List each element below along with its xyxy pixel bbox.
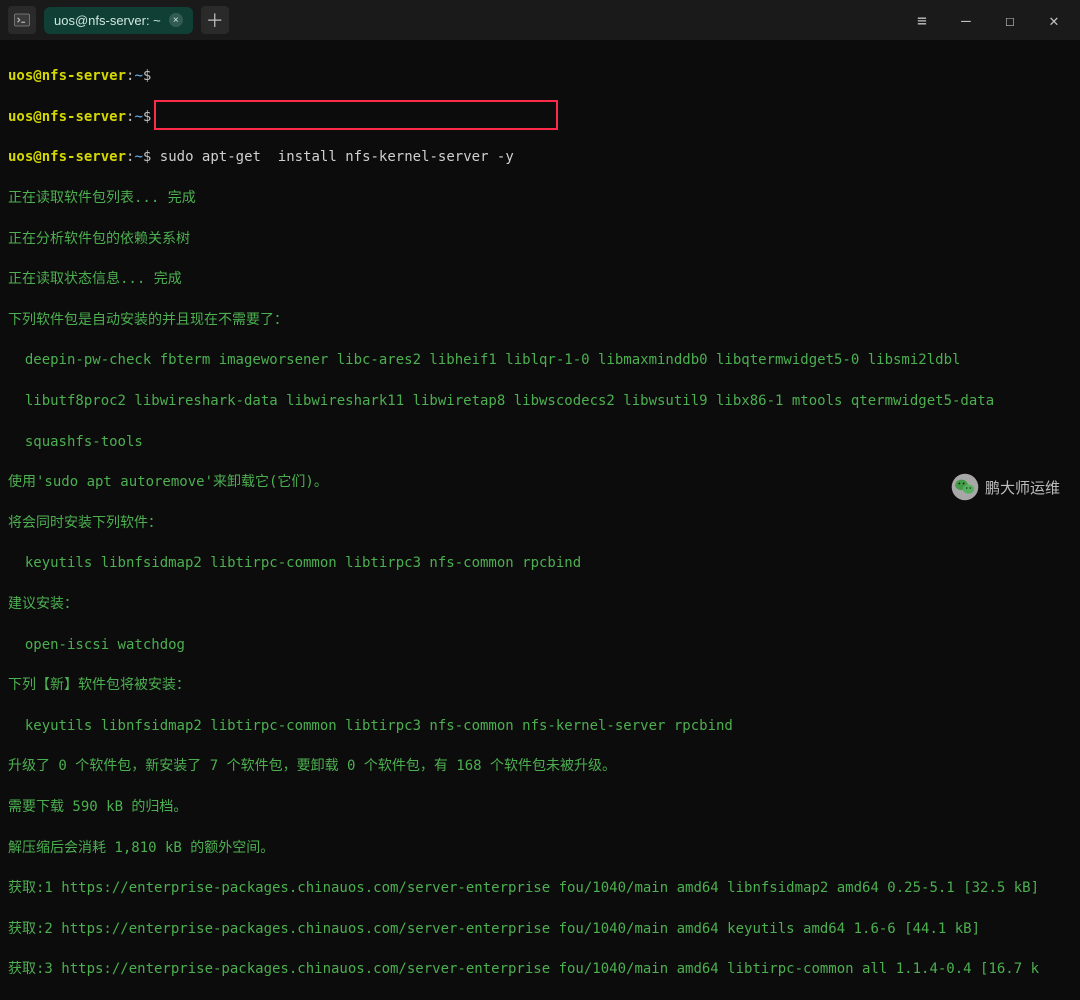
watermark-text: 鹏大师运维	[985, 477, 1060, 498]
output-line: 建议安装：	[8, 594, 1072, 614]
output-line: 将会同时安装下列软件：	[8, 513, 1072, 533]
output-line: 解压缩后会消耗 1,810 kB 的额外空间。	[8, 838, 1072, 858]
tab-label: uos@nfs-server: ~	[54, 13, 161, 28]
output-line: 正在读取状态信息... 完成	[8, 269, 1072, 289]
menu-icon[interactable]: ≡	[904, 2, 940, 38]
terminal-output[interactable]: uos@nfs-server:~$ uos@nfs-server:~$ uos@…	[0, 40, 1080, 1000]
output-line: open-iscsi watchdog	[8, 635, 1072, 655]
output-line: deepin-pw-check fbterm imageworsener lib…	[8, 350, 1072, 370]
output-line: 正在分析软件包的依赖关系树	[8, 229, 1072, 249]
output-line: 获取:3 https://enterprise-packages.chinauo…	[8, 959, 1072, 979]
output-line: libutf8proc2 libwireshark-data libwiresh…	[8, 391, 1072, 411]
output-line: 使用'sudo apt autoremove'来卸载它(它们)。	[8, 472, 1072, 492]
maximize-button[interactable]: ☐	[992, 2, 1028, 38]
terminal-app-icon	[8, 6, 36, 34]
output-line: 需要下载 590 kB 的归档。	[8, 797, 1072, 817]
output-line: keyutils libnfsidmap2 libtirpc-common li…	[8, 716, 1072, 736]
wechat-watermark: 鹏大师运维	[951, 473, 1060, 501]
tab-terminal[interactable]: uos@nfs-server: ~ ×	[44, 7, 193, 34]
close-button[interactable]: ✕	[1036, 2, 1072, 38]
minimize-button[interactable]: —	[948, 2, 984, 38]
output-line: 获取:1 https://enterprise-packages.chinauo…	[8, 878, 1072, 898]
tab-close-button[interactable]: ×	[169, 13, 183, 27]
output-line: 正在读取软件包列表... 完成	[8, 188, 1072, 208]
output-line: 下列软件包是自动安装的并且现在不需要了：	[8, 310, 1072, 330]
output-line: keyutils libnfsidmap2 libtirpc-common li…	[8, 553, 1072, 573]
wechat-icon	[951, 473, 979, 501]
command-text: sudo apt-get install nfs-kernel-server -…	[160, 149, 514, 165]
prompt-line: uos@nfs-server:~$ sudo apt-get install n…	[8, 147, 1072, 167]
window-titlebar: uos@nfs-server: ~ × ＋ ≡ — ☐ ✕	[0, 0, 1080, 40]
output-line: 下列【新】软件包将被安装：	[8, 675, 1072, 695]
new-tab-button[interactable]: ＋	[201, 6, 229, 34]
output-line: 获取:2 https://enterprise-packages.chinauo…	[8, 919, 1072, 939]
prompt-line: uos@nfs-server:~$	[8, 66, 1072, 86]
output-line: 升级了 0 个软件包，新安装了 7 个软件包，要卸载 0 个软件包，有 168 …	[8, 756, 1072, 776]
prompt-line: uos@nfs-server:~$	[8, 107, 1072, 127]
output-line: squashfs-tools	[8, 432, 1072, 452]
